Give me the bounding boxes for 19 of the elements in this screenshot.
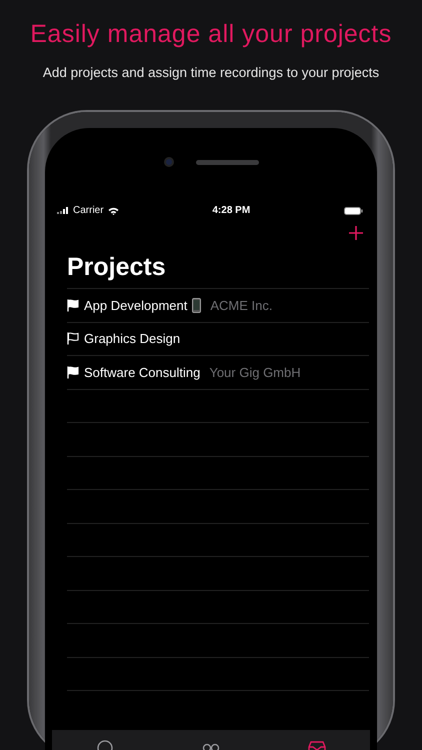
subtitle: Add projects and assign time recordings to your projects — [42, 64, 380, 82]
camera-icon — [164, 157, 174, 167]
signal-icon — [57, 207, 69, 214]
project-name: Software Consulting — [84, 364, 200, 382]
clock-time: 4:28 PM — [212, 204, 250, 218]
wifi-icon — [108, 206, 119, 214]
client-name: ACME Inc. — [210, 296, 272, 314]
project-name: Graphics Design — [84, 330, 180, 348]
page-title: Projects — [67, 252, 167, 282]
speaker-icon — [196, 160, 258, 164]
project-row[interactable]: Graphics Design — [67, 322, 369, 356]
project-row[interactable]: Software Consulting Your Gig GmbH — [67, 356, 369, 390]
add-button[interactable] — [349, 226, 363, 240]
project-row[interactable]: App Development ACME Inc. — [67, 289, 369, 322]
carrier-label: Carrier — [73, 204, 104, 218]
client-name: Your Gig GmbH — [209, 364, 301, 382]
headline: Easily manage all your projects — [29, 19, 393, 50]
battery-icon — [344, 206, 363, 214]
project-name: App Development — [84, 296, 188, 315]
